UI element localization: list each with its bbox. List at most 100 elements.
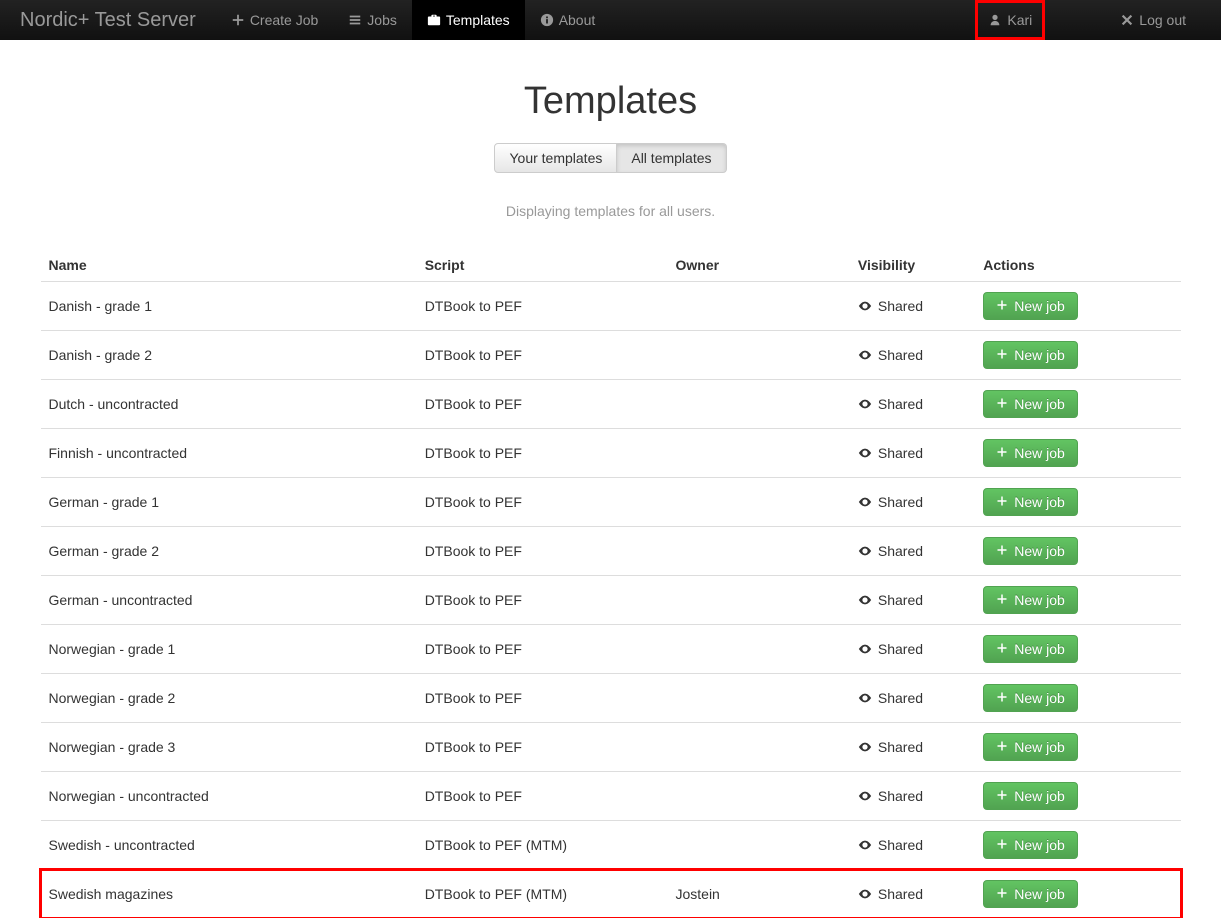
visibility-label: Shared xyxy=(878,592,923,608)
new-job-label: New job xyxy=(1014,347,1065,363)
cell-visibility: Shared xyxy=(850,282,975,331)
cell-script: DTBook to PEF xyxy=(417,282,668,331)
new-job-label: New job xyxy=(1014,543,1065,559)
new-job-button[interactable]: New job xyxy=(983,831,1078,859)
cell-actions: New job xyxy=(975,674,1180,723)
cell-script: DTBook to PEF xyxy=(417,527,668,576)
cell-name: Norwegian - grade 2 xyxy=(41,674,417,723)
cell-visibility: Shared xyxy=(850,429,975,478)
cell-script: DTBook to PEF xyxy=(417,380,668,429)
table-row: Norwegian - grade 1DTBook to PEFSharedNe… xyxy=(41,625,1181,674)
cell-name: Danish - grade 2 xyxy=(41,331,417,380)
nav-user[interactable]: Kari xyxy=(975,0,1045,40)
nav-logout[interactable]: Log out xyxy=(1105,0,1201,40)
eye-icon xyxy=(858,789,872,803)
subtitle: Displaying templates for all users. xyxy=(41,203,1181,219)
plus-icon xyxy=(996,838,1010,852)
navbar: Nordic+ Test Server Create Job Jobs Temp… xyxy=(0,0,1221,40)
cell-script: DTBook to PEF xyxy=(417,576,668,625)
nav-jobs-label: Jobs xyxy=(367,12,397,28)
table-row: Dutch - uncontractedDTBook to PEFSharedN… xyxy=(41,380,1181,429)
cell-owner xyxy=(667,723,849,772)
cell-script: DTBook to PEF xyxy=(417,478,668,527)
new-job-label: New job xyxy=(1014,494,1065,510)
cell-actions: New job xyxy=(975,821,1180,870)
visibility-label: Shared xyxy=(878,396,923,412)
cell-actions: New job xyxy=(975,527,1180,576)
eye-icon xyxy=(858,397,872,411)
visibility-label: Shared xyxy=(878,494,923,510)
nav-jobs[interactable]: Jobs xyxy=(333,0,412,40)
new-job-label: New job xyxy=(1014,298,1065,314)
plus-icon xyxy=(996,544,1010,558)
table-row: Norwegian - uncontractedDTBook to PEFSha… xyxy=(41,772,1181,821)
eye-icon xyxy=(858,838,872,852)
cell-actions: New job xyxy=(975,870,1180,918)
cell-name: Norwegian - uncontracted xyxy=(41,772,417,821)
nav-left: Create Job Jobs Templates About xyxy=(216,0,610,40)
eye-icon xyxy=(858,446,872,460)
plus-icon xyxy=(996,593,1010,607)
visibility-label: Shared xyxy=(878,347,923,363)
header-name: Name xyxy=(41,249,417,282)
visibility-label: Shared xyxy=(878,641,923,657)
new-job-button[interactable]: New job xyxy=(983,390,1078,418)
briefcase-icon xyxy=(427,13,441,27)
header-owner: Owner xyxy=(667,249,849,282)
cell-actions: New job xyxy=(975,380,1180,429)
eye-icon xyxy=(858,348,872,362)
cell-owner xyxy=(667,821,849,870)
eye-icon xyxy=(858,544,872,558)
visibility-label: Shared xyxy=(878,886,923,902)
cell-owner xyxy=(667,282,849,331)
cell-actions: New job xyxy=(975,331,1180,380)
plus-icon xyxy=(996,495,1010,509)
cell-visibility: Shared xyxy=(850,576,975,625)
table-row: Norwegian - grade 2DTBook to PEFSharedNe… xyxy=(41,674,1181,723)
user-icon xyxy=(988,13,1002,27)
cell-actions: New job xyxy=(975,576,1180,625)
cell-owner xyxy=(667,429,849,478)
new-job-button[interactable]: New job xyxy=(983,684,1078,712)
nav-templates[interactable]: Templates xyxy=(412,0,525,40)
nav-about[interactable]: About xyxy=(525,0,611,40)
header-visibility: Visibility xyxy=(850,249,975,282)
new-job-button[interactable]: New job xyxy=(983,586,1078,614)
nav-about-label: About xyxy=(559,12,596,28)
tab-all-templates[interactable]: All templates xyxy=(617,143,726,173)
visibility-label: Shared xyxy=(878,788,923,804)
brand[interactable]: Nordic+ Test Server xyxy=(20,0,216,40)
visibility-label: Shared xyxy=(878,543,923,559)
tab-your-templates[interactable]: Your templates xyxy=(494,143,617,173)
new-job-button[interactable]: New job xyxy=(983,733,1078,761)
cell-script: DTBook to PEF (MTM) xyxy=(417,821,668,870)
plus-icon xyxy=(996,348,1010,362)
new-job-button[interactable]: New job xyxy=(983,880,1078,908)
nav-create-job[interactable]: Create Job xyxy=(216,0,333,40)
info-icon xyxy=(540,13,554,27)
cell-script: DTBook to PEF xyxy=(417,331,668,380)
new-job-button[interactable]: New job xyxy=(983,341,1078,369)
cell-script: DTBook to PEF xyxy=(417,723,668,772)
header-script: Script xyxy=(417,249,668,282)
visibility-label: Shared xyxy=(878,837,923,853)
page-title: Templates xyxy=(41,80,1181,123)
new-job-label: New job xyxy=(1014,396,1065,412)
new-job-button[interactable]: New job xyxy=(983,635,1078,663)
new-job-label: New job xyxy=(1014,837,1065,853)
new-job-button[interactable]: New job xyxy=(983,292,1078,320)
table-row: German - uncontractedDTBook to PEFShared… xyxy=(41,576,1181,625)
list-icon xyxy=(348,13,362,27)
cell-actions: New job xyxy=(975,282,1180,331)
cell-name: German - grade 2 xyxy=(41,527,417,576)
cell-script: DTBook to PEF xyxy=(417,674,668,723)
cell-owner xyxy=(667,576,849,625)
new-job-button[interactable]: New job xyxy=(983,782,1078,810)
new-job-button[interactable]: New job xyxy=(983,439,1078,467)
eye-icon xyxy=(858,299,872,313)
eye-icon xyxy=(858,642,872,656)
new-job-button[interactable]: New job xyxy=(983,488,1078,516)
new-job-button[interactable]: New job xyxy=(983,537,1078,565)
cell-visibility: Shared xyxy=(850,772,975,821)
plus-icon xyxy=(996,397,1010,411)
